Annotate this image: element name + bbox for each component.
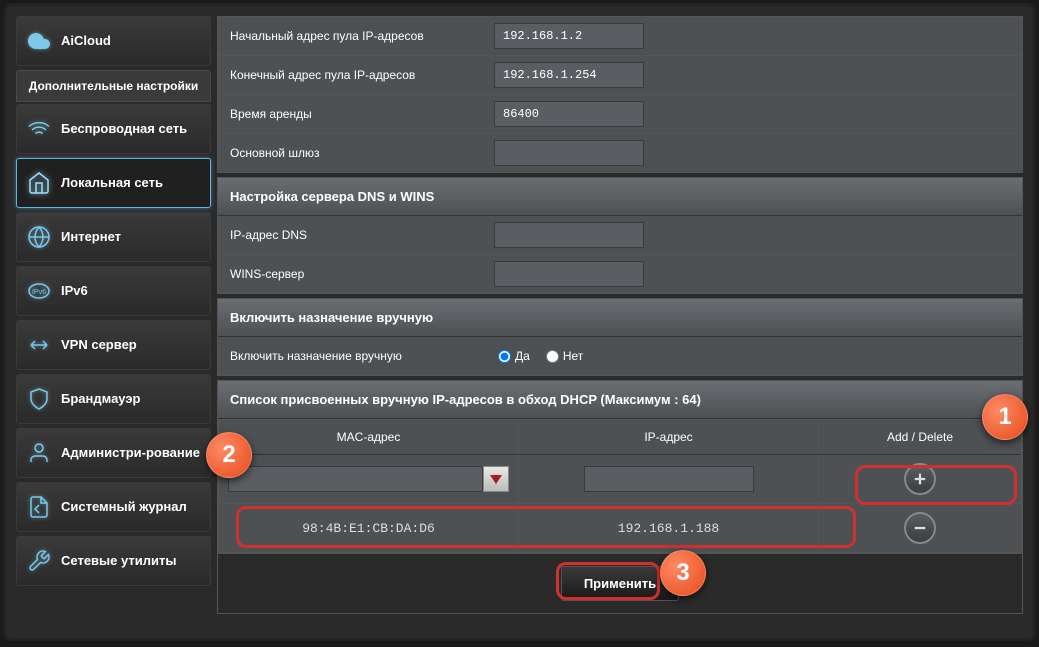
sidebar-item-syslog[interactable]: Системный журнал: [16, 482, 211, 532]
globe-icon: [25, 223, 53, 251]
callout-1: 1: [982, 394, 1028, 440]
sidebar-item-admin[interactable]: Администри-рование: [16, 428, 211, 478]
ip-input[interactable]: [584, 466, 754, 492]
manual-label: Включить назначение вручную: [218, 339, 488, 373]
gateway-label: Основной шлюз: [218, 136, 488, 170]
vpn-icon: [25, 331, 53, 359]
delete-button[interactable]: [904, 512, 936, 544]
sidebar-item-aicloud[interactable]: AiCloud: [16, 16, 211, 66]
col-ip-header: IP-адрес: [519, 420, 819, 454]
pool-start-label: Начальный адрес пула IP-адресов: [218, 19, 488, 53]
cloud-icon: [25, 27, 53, 55]
sidebar-label: Администри-рование: [61, 445, 200, 461]
sidebar-item-wireless[interactable]: Беспроводная сеть: [16, 104, 211, 154]
callout-3: 3: [660, 550, 706, 596]
dns-label: IP-адрес DNS: [218, 218, 488, 252]
sidebar-item-ipv6[interactable]: IPv6 IPv6: [16, 266, 211, 316]
ip-cell: 192.168.1.188: [519, 504, 819, 552]
ipv6-icon: IPv6: [25, 277, 53, 305]
yes-label: Да: [515, 349, 530, 363]
sidebar-label: VPN сервер: [61, 337, 137, 353]
dhcp-table: MAC-адрес IP-адрес Add / Delete 98:4B:E1…: [218, 419, 1022, 554]
table-row: 98:4B:E1:CB:DA:D6 192.168.1.188: [219, 504, 1021, 553]
tools-icon: [25, 547, 53, 575]
sidebar: AiCloud Дополнительные настройки Беспров…: [16, 16, 211, 628]
pool-end-label: Конечный адрес пула IP-адресов: [218, 58, 488, 92]
mac-dropdown-button[interactable]: [483, 466, 509, 492]
manual-no-radio[interactable]: [546, 350, 559, 363]
sidebar-label: Беспроводная сеть: [61, 121, 187, 137]
manual-no-option[interactable]: Нет: [546, 349, 583, 363]
mac-input[interactable]: [228, 466, 483, 492]
log-icon: [25, 493, 53, 521]
home-icon: [25, 169, 53, 197]
add-button[interactable]: [904, 463, 936, 495]
list-section-header: Список присвоенных вручную IP-адресов в …: [218, 381, 1022, 419]
no-label: Нет: [563, 349, 583, 363]
dns-input[interactable]: [494, 222, 644, 248]
sidebar-label: Локальная сеть: [61, 175, 163, 191]
lease-label: Время аренды: [218, 97, 488, 131]
manual-yes-option[interactable]: Да: [498, 349, 530, 363]
sidebar-label: Интернет: [61, 229, 121, 245]
sidebar-item-firewall[interactable]: Брандмауэр: [16, 374, 211, 424]
svg-text:IPv6: IPv6: [32, 289, 46, 296]
sidebar-label: Брандмауэр: [61, 391, 140, 407]
sidebar-label: AiCloud: [61, 33, 111, 49]
sidebar-item-internet[interactable]: Интернет: [16, 212, 211, 262]
sidebar-section-header: Дополнительные настройки: [16, 70, 211, 102]
col-mac-header: MAC-адрес: [219, 420, 519, 454]
manual-yes-radio[interactable]: [498, 350, 511, 363]
mac-cell: 98:4B:E1:CB:DA:D6: [219, 504, 519, 552]
sidebar-label: Системный журнал: [61, 499, 187, 515]
callout-2: 2: [206, 432, 252, 478]
user-icon: [25, 439, 53, 467]
shield-icon: [25, 385, 53, 413]
main-content: Начальный адрес пула IP-адресов Конечный…: [217, 16, 1023, 628]
table-input-row: [219, 455, 1021, 504]
sidebar-label: IPv6: [61, 283, 88, 299]
sidebar-label: Сетевые утилиты: [61, 553, 176, 569]
sidebar-item-lan[interactable]: Локальная сеть: [16, 158, 211, 208]
sidebar-item-nettools[interactable]: Сетевые утилиты: [16, 536, 211, 586]
manual-section-header: Включить назначение вручную: [218, 299, 1022, 337]
wins-label: WINS-сервер: [218, 257, 488, 291]
wifi-icon: [25, 115, 53, 143]
dns-section-header: Настройка сервера DNS и WINS: [218, 178, 1022, 216]
lease-input[interactable]: [494, 101, 644, 127]
pool-end-input[interactable]: [494, 62, 644, 88]
gateway-input[interactable]: [494, 140, 644, 166]
wins-input[interactable]: [494, 261, 644, 287]
pool-start-input[interactable]: [494, 23, 644, 49]
sidebar-item-vpn[interactable]: VPN сервер: [16, 320, 211, 370]
